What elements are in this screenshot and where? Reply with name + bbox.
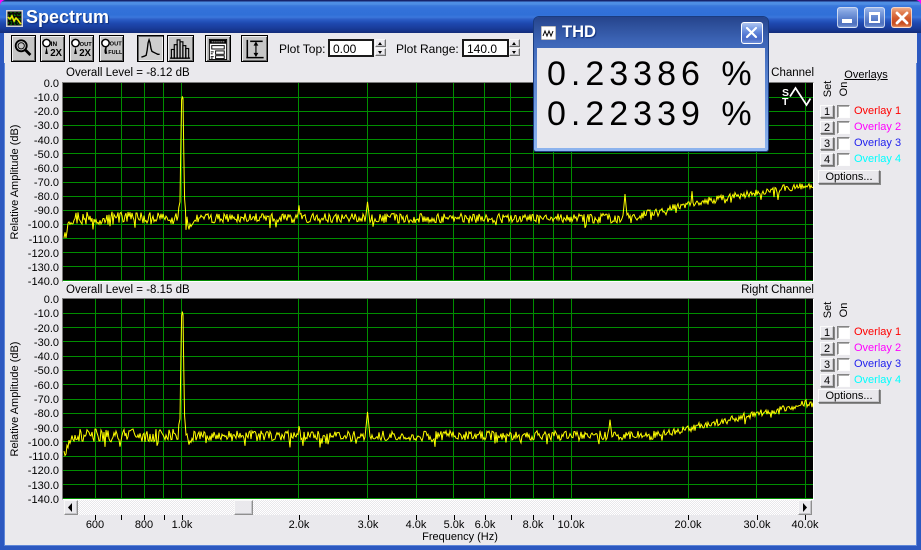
- svg-text:Set: Set: [822, 302, 834, 319]
- svg-text:On: On: [838, 82, 850, 97]
- svg-text:T: T: [782, 96, 789, 108]
- svg-text:FULL: FULL: [108, 50, 123, 56]
- svg-text:2X: 2X: [50, 48, 62, 59]
- svg-text:IN: IN: [51, 41, 58, 48]
- svg-text:OUT: OUT: [110, 41, 123, 47]
- svg-text:Relative Amplitude (dB): Relative Amplitude (dB): [9, 342, 21, 457]
- svg-text:Relative Amplitude (dB): Relative Amplitude (dB): [9, 125, 21, 240]
- svg-text:OUT: OUT: [80, 42, 93, 48]
- svg-text:2X: 2X: [79, 48, 91, 59]
- svg-text:Set: Set: [822, 81, 834, 98]
- svg-text:On: On: [838, 303, 850, 318]
